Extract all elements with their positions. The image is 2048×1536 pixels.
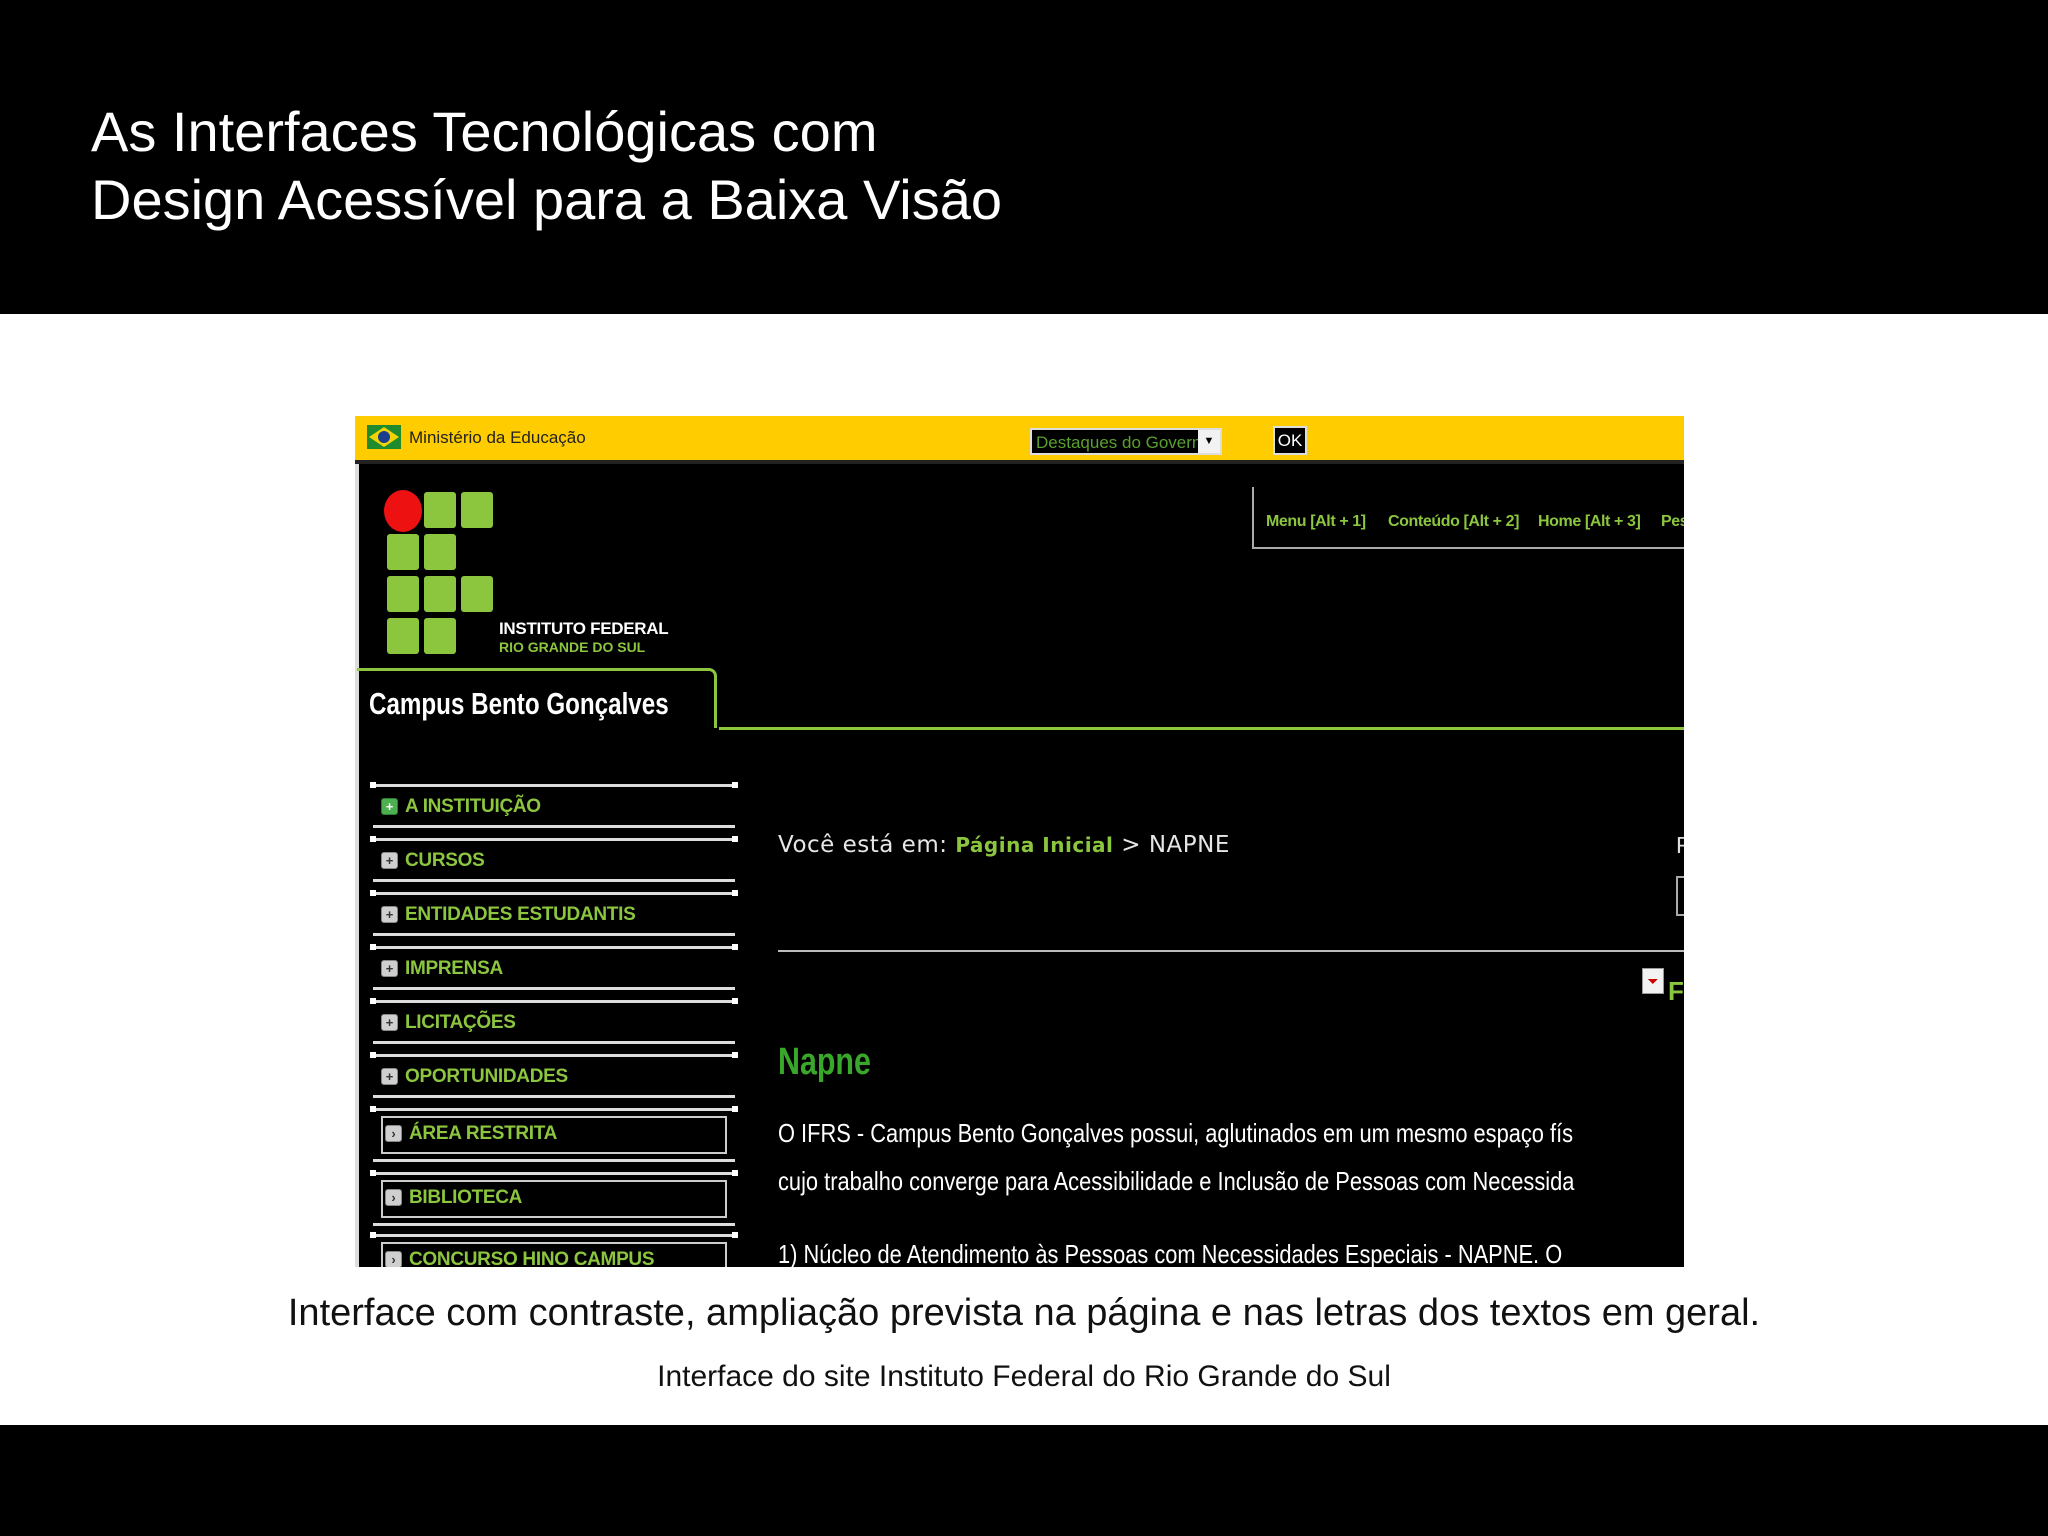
breadcrumb: Você está em: Página Inicial > NAPNE — [778, 832, 1230, 858]
chevron-down-icon[interactable]: ▼ — [1198, 430, 1220, 453]
ministry-label: Ministério da Educação — [409, 428, 586, 447]
plus-icon: + — [381, 960, 398, 977]
cropped-text-fragment: F — [1676, 832, 1684, 858]
logo-square — [424, 576, 456, 612]
breadcrumb-current: NAPNE — [1148, 832, 1230, 858]
pdf-icon[interactable]: ⏷ — [1642, 968, 1664, 994]
logo-square — [461, 576, 493, 612]
cropped-search-box[interactable] — [1676, 876, 1684, 916]
sidebar-item-label: IMPRENSA — [405, 958, 503, 979]
plus-icon: + — [381, 798, 398, 815]
sidebar-item-imprensa[interactable]: + IMPRENSA — [370, 944, 738, 990]
sidebar-item-label: LICITAÇÕES — [405, 1012, 516, 1033]
slide-caption: Interface com contraste, ampliação previ… — [287, 1292, 1761, 1334]
sidebar-item-area-restrita[interactable]: › ÁREA RESTRITA — [370, 1106, 738, 1162]
paragraph-1: O IFRS - Campus Bento Gonçalves possui, … — [778, 1118, 1574, 1148]
sidebar-item-concurso-hino[interactable]: › CONCURSO HINO CAMPUS — [370, 1232, 738, 1267]
breadcrumb-separator: > — [1121, 832, 1141, 858]
sidebar-item-biblioteca[interactable]: › BIBLIOTECA — [370, 1170, 738, 1226]
search-shortcut-link[interactable]: Pes — [1661, 513, 1684, 531]
content-divider — [778, 950, 1684, 952]
logo-red-dot — [384, 490, 422, 532]
cropped-pdf-link[interactable]: F — [1668, 976, 1684, 1007]
arrow-icon: › — [385, 1189, 402, 1206]
arrow-icon: › — [385, 1125, 402, 1142]
logo-square — [387, 576, 419, 612]
sidebar-item-label: ÁREA RESTRITA — [409, 1123, 558, 1144]
home-shortcut-link[interactable]: Home [Alt + 3] — [1538, 513, 1641, 531]
paragraph-2: cujo trabalho converge para Acessibilida… — [778, 1166, 1575, 1196]
campus-divider — [719, 727, 1684, 730]
logo-square — [387, 618, 419, 654]
sidebar-item-label: CURSOS — [405, 850, 485, 871]
logo-square — [461, 492, 493, 528]
title-band: As Interfaces Tecnológicas com Design Ac… — [0, 0, 2048, 314]
slide-title-line-2: Design Acessível para a Baixa Visão — [91, 168, 1003, 231]
logo-square — [424, 492, 456, 528]
frame-border — [355, 464, 359, 1267]
plus-icon: + — [381, 906, 398, 923]
institute-name: INSTITUTO FEDERAL — [499, 619, 669, 638]
paragraph-3: 1) Núcleo de Atendimento às Pessoas com … — [778, 1239, 1563, 1267]
content-shortcut-link[interactable]: Conteúdo [Alt + 2] — [1388, 513, 1519, 531]
sidebar-item-label: ENTIDADES ESTUDANTIS — [405, 904, 636, 925]
plus-icon: + — [381, 1068, 398, 1085]
ok-button[interactable]: OK — [1273, 426, 1307, 455]
logo-square — [424, 618, 456, 654]
sidebar-item-label: BIBLIOTECA — [409, 1187, 523, 1208]
slide-credit: Interface do site Instituto Federal do R… — [657, 1360, 1391, 1393]
campus-title: Campus Bento Gonçalves — [369, 686, 669, 721]
footer-band — [0, 1425, 2048, 1536]
brazil-flag-icon — [367, 425, 401, 449]
sidebar-item-licitacoes[interactable]: + LICITAÇÕES — [370, 998, 738, 1044]
accessibility-shortcuts: Menu [Alt + 1] Conteúdo [Alt + 2] Home [… — [1252, 487, 1684, 549]
slide-title: As Interfaces Tecnológicas com Design Ac… — [91, 98, 1002, 234]
sidebar-item-label: A INSTITUIÇÃO — [405, 796, 541, 817]
sidebar-item-entidades[interactable]: + ENTIDADES ESTUDANTIS — [370, 890, 738, 936]
breadcrumb-home-link[interactable]: Página Inicial — [955, 833, 1113, 857]
institute-subname: RIO GRANDE DO SUL — [499, 639, 646, 655]
logo-square — [424, 534, 456, 570]
highlights-select-value: Destaques do Governo — [1036, 433, 1211, 452]
slide-title-line-1: As Interfaces Tecnológicas com — [91, 100, 878, 163]
arrow-icon: › — [385, 1251, 402, 1267]
sidebar-item-label: CONCURSO HINO CAMPUS — [409, 1249, 655, 1267]
government-bar: Ministério da Educação Destaques do Gove… — [355, 416, 1684, 464]
sidebar-item-label: OPORTUNIDADES — [405, 1066, 568, 1087]
website-screenshot: Ministério da Educação Destaques do Gove… — [355, 416, 1684, 1267]
sidebar-item-cursos[interactable]: + CURSOS — [370, 836, 738, 882]
highlights-select[interactable]: Destaques do Governo ▼ — [1030, 428, 1222, 455]
page-title: Napne — [778, 1041, 871, 1083]
sidebar-item-oportunidades[interactable]: + OPORTUNIDADES — [370, 1052, 738, 1098]
plus-icon: + — [381, 852, 398, 869]
plus-icon: + — [381, 1014, 398, 1031]
logo-square — [387, 534, 419, 570]
sidebar-item-instituicao[interactable]: + A INSTITUIÇÃO — [370, 782, 738, 828]
menu-shortcut-link[interactable]: Menu [Alt + 1] — [1266, 513, 1366, 531]
breadcrumb-prefix: Você está em: — [778, 832, 948, 858]
